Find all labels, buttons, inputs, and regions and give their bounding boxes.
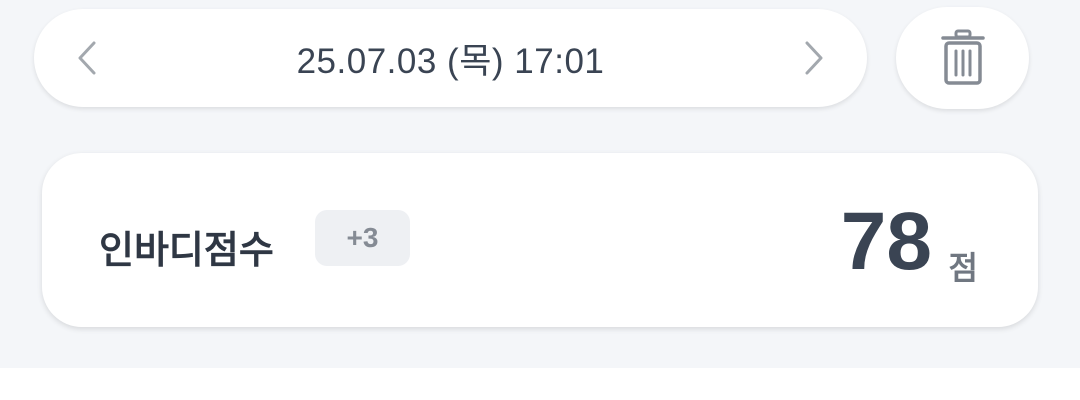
trash-icon xyxy=(940,29,985,85)
prev-date-button[interactable] xyxy=(72,38,102,78)
score-delta-badge: +3 xyxy=(315,210,410,266)
chevron-right-icon xyxy=(805,41,823,75)
delete-button[interactable] xyxy=(896,7,1029,109)
date-display[interactable]: 25.07.03 (목) 17:01 xyxy=(297,33,605,84)
next-date-button[interactable] xyxy=(799,38,829,78)
inbody-score-card[interactable]: 인바디점수 +3 78 점 xyxy=(42,153,1038,327)
score-unit: 점 xyxy=(948,250,978,286)
score-label: 인바디점수 xyxy=(99,230,274,272)
score-value: 78 xyxy=(840,196,932,287)
date-navigator: 25.07.03 (목) 17:01 xyxy=(34,9,867,107)
chevron-left-icon xyxy=(78,41,96,75)
